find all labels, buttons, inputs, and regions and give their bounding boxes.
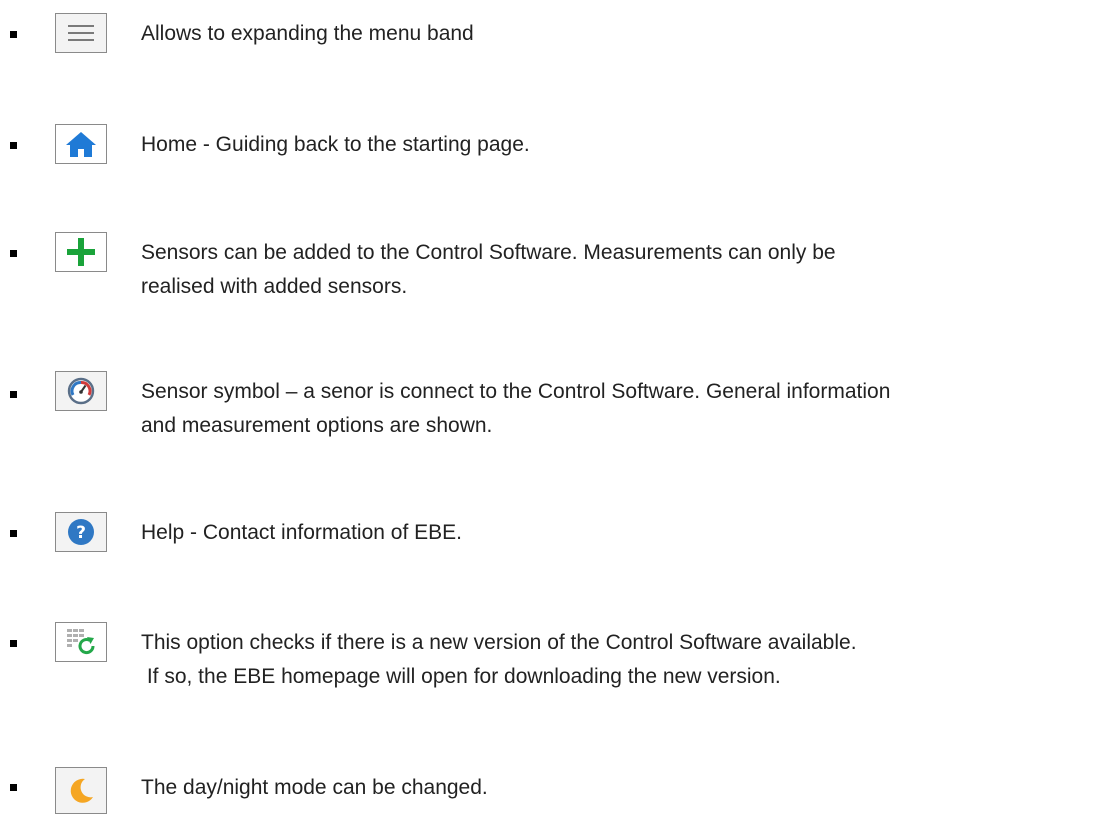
svg-text:?: ? bbox=[76, 523, 86, 543]
moon-icon bbox=[70, 778, 93, 803]
menu-button[interactable] bbox=[55, 13, 107, 53]
help-button[interactable]: ? bbox=[55, 512, 107, 552]
plus-icon bbox=[67, 238, 95, 266]
home-icon bbox=[66, 132, 96, 157]
bullet bbox=[10, 31, 17, 38]
item-description-line1: This option checks if there is a new ver… bbox=[141, 631, 857, 654]
item-description-line1: Sensor symbol – a senor is connect to th… bbox=[141, 380, 891, 403]
bullet bbox=[10, 784, 17, 791]
item-description: Allows to expanding the menu band bbox=[141, 22, 474, 45]
day-night-button[interactable] bbox=[55, 767, 107, 814]
menu-icon bbox=[68, 25, 94, 41]
item-description: Sensor symbol – a senor is connect to th… bbox=[141, 375, 890, 443]
item-description-line2: If so, the EBE homepage will open for do… bbox=[141, 665, 781, 688]
bullet bbox=[10, 142, 17, 149]
sensor-button[interactable] bbox=[55, 371, 107, 411]
item-description: Help - Contact information of EBE. bbox=[141, 521, 462, 544]
help-icon: ? bbox=[68, 519, 94, 545]
item-description-line1: Sensors can be added to the Control Soft… bbox=[141, 241, 836, 264]
update-check-button[interactable] bbox=[55, 622, 107, 662]
bullet bbox=[10, 530, 17, 537]
gauge-icon bbox=[67, 377, 95, 405]
item-description: Sensors can be added to the Control Soft… bbox=[141, 236, 836, 304]
home-button[interactable] bbox=[55, 124, 107, 164]
bullet bbox=[10, 640, 17, 647]
update-check-icon bbox=[67, 629, 95, 655]
item-description-line2: realised with added sensors. bbox=[141, 275, 408, 298]
item-description: The day/night mode can be changed. bbox=[141, 776, 488, 799]
item-description-line2: and measurement options are shown. bbox=[141, 414, 493, 437]
bullet bbox=[10, 391, 17, 398]
add-sensor-button[interactable] bbox=[55, 232, 107, 272]
bullet bbox=[10, 250, 17, 257]
item-description: Home - Guiding back to the starting page… bbox=[141, 133, 530, 156]
item-description: This option checks if there is a new ver… bbox=[141, 626, 857, 694]
